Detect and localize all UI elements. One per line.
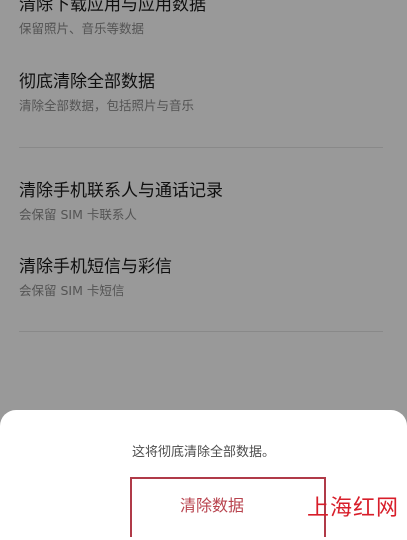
clear-data-button[interactable]: 清除数据: [130, 477, 326, 537]
watermark: 上海红网: [306, 496, 399, 521]
clear-data-button-label: 清除数据: [179, 496, 244, 515]
dialog-message: 这将彻底清除全部数据。: [131, 445, 275, 460]
